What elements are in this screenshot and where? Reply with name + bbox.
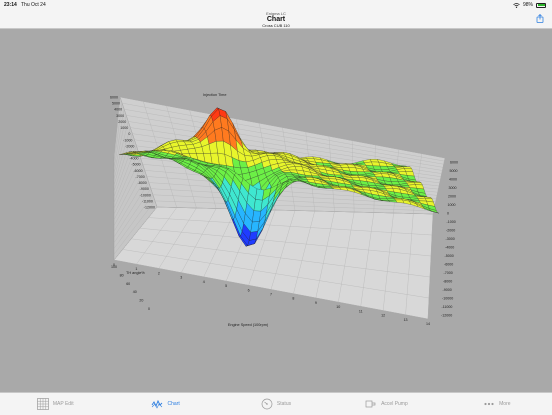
tab-label: More bbox=[499, 401, 510, 407]
z-tick-left: -7000 bbox=[136, 175, 145, 179]
nav-detail: Cross CUB 110 bbox=[0, 23, 552, 28]
tab-label: Accel Pump bbox=[381, 401, 408, 407]
z-tick-right: -8000 bbox=[443, 280, 452, 284]
z-tick-left: -1000 bbox=[123, 138, 132, 142]
z-tick-left: -11000 bbox=[142, 199, 153, 203]
z-tick-left: -12000 bbox=[144, 206, 155, 210]
x-tick: 12 bbox=[381, 314, 385, 318]
more-icon bbox=[483, 398, 495, 410]
z-tick-left: 6000 bbox=[110, 96, 118, 100]
z-tick-right: -5000 bbox=[445, 254, 454, 258]
x-tick: 8 bbox=[292, 297, 294, 301]
surface-chart[interactable]: 6000500040003000200010000-1000-2000-3000… bbox=[0, 29, 552, 392]
z-tick-right: -2000 bbox=[446, 229, 455, 233]
pump-icon bbox=[365, 398, 377, 410]
x-tick: 2 bbox=[158, 271, 160, 275]
z-tick-right: -7000 bbox=[444, 271, 453, 275]
y-tick: 60 bbox=[126, 282, 130, 286]
z-tick-left: -8000 bbox=[138, 181, 147, 185]
grid-icon bbox=[37, 398, 49, 410]
z-tick-right: 5000 bbox=[450, 169, 458, 173]
y-axis-label: TH angle% bbox=[126, 271, 145, 275]
tab-label: Chart bbox=[167, 401, 179, 407]
z-tick-right: 4000 bbox=[449, 178, 457, 182]
z-tick-right: 1000 bbox=[448, 203, 456, 207]
tab-label: MAP Edit bbox=[53, 401, 74, 407]
z-tick-right: -11000 bbox=[442, 305, 453, 309]
z-tick-right: -10000 bbox=[442, 297, 453, 301]
x-tick: 11 bbox=[359, 309, 363, 313]
z-tick-right: 6000 bbox=[450, 161, 458, 165]
battery-percent: 98% bbox=[523, 2, 533, 8]
z-tick-left: -2000 bbox=[125, 144, 134, 148]
x-tick: 13 bbox=[404, 318, 408, 322]
z-tick-left: -9000 bbox=[140, 187, 149, 191]
chart-icon bbox=[151, 398, 163, 410]
status-bar: 23:14 Thu Oct 24 98% bbox=[0, 0, 552, 10]
chart-area[interactable]: 6000500040003000200010000-1000-2000-3000… bbox=[0, 29, 552, 392]
z-tick-right: -6000 bbox=[444, 263, 453, 267]
tab-label: Status bbox=[277, 401, 291, 407]
tab-accel-pump[interactable]: Accel Pump bbox=[331, 393, 441, 415]
z-tick-right: -1000 bbox=[447, 220, 456, 224]
x-tick: 5 bbox=[225, 284, 227, 288]
y-tick: 100 bbox=[111, 265, 117, 269]
battery-icon bbox=[536, 3, 546, 8]
z-tick-right: -3000 bbox=[446, 237, 455, 241]
z-tick-right: 2000 bbox=[448, 195, 456, 199]
status-time: 23:14 bbox=[4, 2, 17, 8]
y-tick: 80 bbox=[120, 273, 124, 277]
navigation-bar: Enigma LC Chart Cross CUB 110 bbox=[0, 10, 552, 29]
z-tick-right: -9000 bbox=[443, 288, 452, 292]
wifi-icon bbox=[513, 3, 520, 8]
z-tick-right: -4000 bbox=[445, 246, 454, 250]
z-tick-right: 3000 bbox=[449, 186, 457, 190]
x-tick: 9 bbox=[315, 301, 317, 305]
page-title: Chart bbox=[0, 16, 552, 23]
y-tick: 40 bbox=[133, 290, 137, 294]
status-date: Thu Oct 24 bbox=[21, 2, 46, 8]
z-tick-left: 3000 bbox=[116, 114, 124, 118]
z-tick-left: 2000 bbox=[118, 120, 126, 124]
x-tick: 7 bbox=[270, 293, 272, 297]
z-tick-left: 0 bbox=[128, 132, 130, 136]
z-tick-right: 0 bbox=[447, 212, 449, 216]
x-tick: 4 bbox=[203, 280, 205, 284]
z-tick-left: -5000 bbox=[131, 163, 140, 167]
z-tick-left: 5000 bbox=[112, 102, 120, 106]
x-tick: 6 bbox=[248, 288, 250, 292]
tab-map-edit[interactable]: MAP Edit bbox=[0, 393, 110, 415]
x-tick: 14 bbox=[426, 322, 430, 326]
x-tick: 10 bbox=[336, 305, 340, 309]
x-tick: 3 bbox=[180, 276, 182, 280]
status-indicators: 98% bbox=[513, 2, 546, 8]
x-axis-label: Engine Speed (100rpm) bbox=[228, 323, 269, 327]
z-tick-left: -10000 bbox=[140, 193, 151, 197]
tab-status[interactable]: Status bbox=[221, 393, 331, 415]
surface-cell bbox=[404, 168, 413, 171]
y-tick: 20 bbox=[139, 299, 143, 303]
z-tick-left: 1000 bbox=[120, 126, 128, 130]
gauge-icon bbox=[261, 398, 273, 410]
z-tick-left: -4000 bbox=[129, 157, 138, 161]
z-tick-right: -12000 bbox=[441, 314, 452, 318]
z-tick-left: -6000 bbox=[133, 169, 142, 173]
share-icon[interactable] bbox=[536, 14, 544, 23]
y-tick: 0 bbox=[148, 307, 150, 311]
chart-title: Injection Time bbox=[203, 93, 226, 97]
tab-more[interactable]: More bbox=[442, 393, 552, 415]
chart-floor bbox=[114, 207, 433, 319]
tab-bar: MAP Edit Chart Status Accel Pump More bbox=[0, 392, 552, 415]
surface-cell bbox=[403, 167, 412, 169]
tab-chart[interactable]: Chart bbox=[110, 393, 220, 415]
z-tick-left: 4000 bbox=[114, 108, 122, 112]
